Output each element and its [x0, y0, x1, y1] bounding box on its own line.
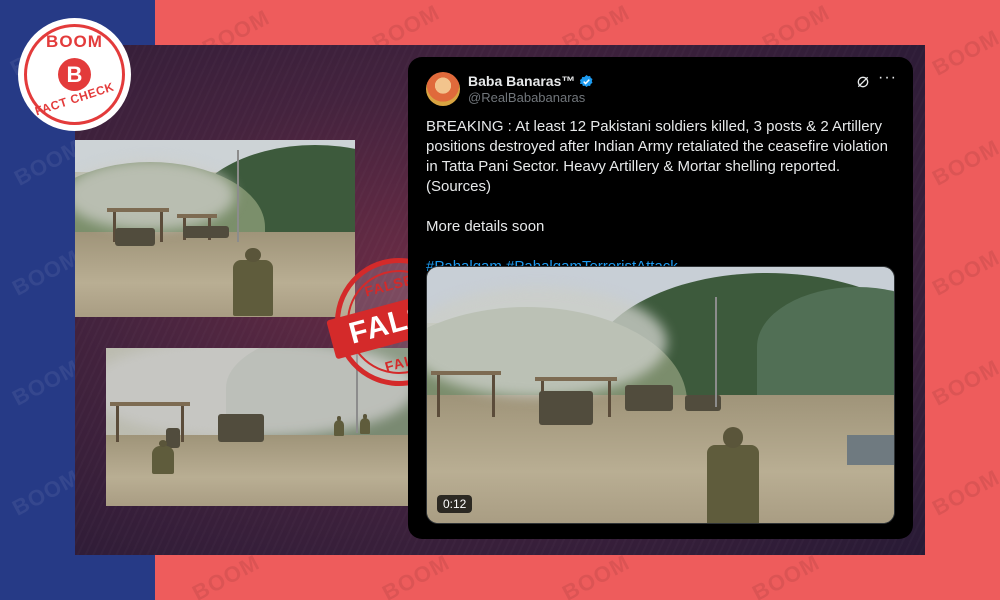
video-duration: 0:12: [437, 495, 473, 513]
more-icon[interactable]: ···: [878, 69, 897, 87]
verified-icon: [580, 74, 593, 87]
avatar[interactable]: [426, 72, 460, 106]
logo-top-text: BOOM: [46, 32, 103, 51]
video-still-top: [75, 140, 355, 317]
display-name[interactable]: Baba Banaras™: [468, 73, 575, 89]
tweet-more-text: More details soon: [426, 218, 545, 235]
handle[interactable]: @RealBababanaras: [468, 90, 585, 105]
logo-mark: B: [58, 58, 91, 91]
boom-fact-check-logo: BOOM B FACT CHECK: [18, 18, 131, 131]
grok-icon[interactable]: [855, 74, 871, 90]
tweet-video[interactable]: 0:12: [426, 266, 895, 524]
tweet-card[interactable]: Baba Banaras™ @RealBababanaras ··· BREAK…: [408, 57, 913, 539]
tweet-body-text: BREAKING : At least 12 Pakistani soldier…: [426, 118, 888, 195]
